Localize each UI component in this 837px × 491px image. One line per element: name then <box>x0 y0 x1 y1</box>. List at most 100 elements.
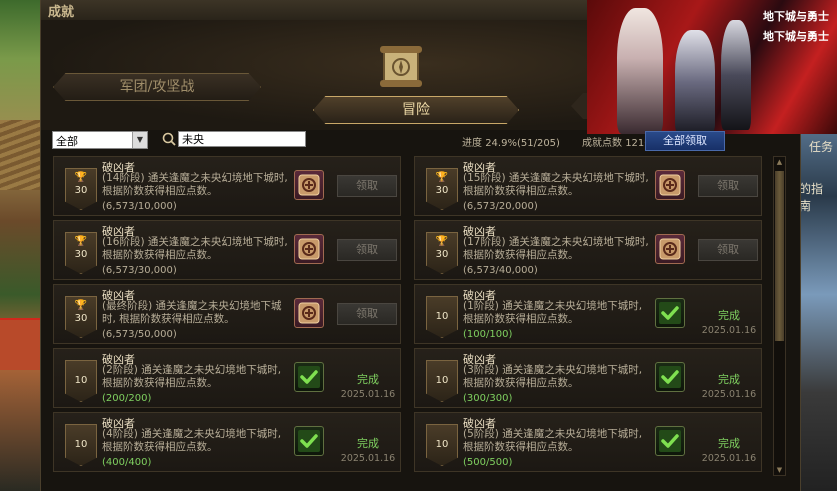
scroll-thumb[interactable] <box>775 171 784 341</box>
achievement-card: 🏆 30 破凶者 (14阶段) 通关逢魔之未央幻境地下城时, 根据阶数获得相应点数。(… <box>53 156 401 216</box>
achievement-card: 10 破凶者 (1阶段) 通关逢魔之未央幻境地下城时, 根据阶数获得相应点数。 (10… <box>414 284 762 344</box>
scroll-emblem-icon <box>380 46 422 87</box>
achievement-progress: (6,573/20,000) <box>463 201 538 212</box>
achievement-card: 10 破凶者 (3阶段) 通关逢魔之未央幻境地下城时, 根据阶数获得相应点数。 (30… <box>414 348 762 408</box>
window-title: 成就 <box>48 5 75 20</box>
achievement-progress: (300/300) <box>463 393 513 404</box>
achievement-date: 2025.01.16 <box>701 389 757 400</box>
achievement-badge: 🏆 30 <box>426 168 458 210</box>
progress-label: 进度 <box>462 138 482 149</box>
achievement-date: 2025.01.16 <box>340 389 396 400</box>
achievement-description: (4阶段) 通关逢魔之未央幻境地下城时, 根据阶数获得相应点数。 <box>102 428 282 453</box>
badge-points: 30 <box>435 185 449 196</box>
achievement-progress: (6,573/40,000) <box>463 265 538 276</box>
achievement-card: 🏆 30 破凶者 (15阶段) 通关逢魔之未央幻境地下城时, 根据阶数获得相应点数。(… <box>414 156 762 216</box>
completed-check-icon <box>655 426 685 456</box>
completed-check-icon <box>294 426 324 456</box>
trophy-icon: 🏆 <box>435 172 449 183</box>
claim-button[interactable]: 领取 <box>337 239 397 261</box>
achievement-badge: 10 <box>65 424 97 466</box>
reward-emblem-icon[interactable] <box>294 298 324 328</box>
side-text-guide: 的指南 <box>799 182 824 213</box>
achievement-description: (3阶段) 通关逢魔之未央幻境地下城时, 根据阶数获得相应点数。 <box>463 364 643 389</box>
achievement-progress: (6,573/10,000) <box>102 201 177 212</box>
side-text-task: 任务 <box>808 140 833 154</box>
achievement-description: (17阶段) 通关逢魔之未央幻境地下城时, 根据阶数获得相应点数。 <box>463 236 649 261</box>
achievement-card: 10 破凶者 (5阶段) 通关逢魔之未央幻境地下城时, 根据阶数获得相应点数。 (50… <box>414 412 762 472</box>
achievement-progress: (6,573/30,000) <box>102 265 177 276</box>
reward-emblem-icon[interactable] <box>294 234 324 264</box>
achievement-progress: (6,573/50,000) <box>102 329 177 340</box>
trophy-icon: 🏆 <box>74 236 88 247</box>
tab-guild-siege[interactable]: 军团/攻坚战 <box>53 73 261 101</box>
search-input[interactable]: 未央 <box>178 131 306 147</box>
game-background-left <box>0 0 40 491</box>
achievement-description: (16阶段) 通关逢魔之未央幻境地下城时, 根据阶数获得相应点数。 <box>102 236 288 261</box>
achievement-status: 完成 <box>357 373 379 386</box>
achievement-progress: (100/100) <box>463 329 513 340</box>
character-figure <box>617 8 663 134</box>
tab-adventure[interactable]: 冒险 <box>313 96 519 124</box>
character-figure <box>721 20 751 130</box>
game-logo-text: 地下城与勇士 <box>763 30 829 43</box>
achievement-badge: 🏆 30 <box>65 296 97 338</box>
reward-emblem-icon[interactable] <box>655 170 685 200</box>
achievement-card: 10 破凶者 (4阶段) 通关逢魔之未央幻境地下城时, 根据阶数获得相应点数。 (40… <box>53 412 401 472</box>
achievement-card: 🏆 30 破凶者 (16阶段) 通关逢魔之未央幻境地下城时, 根据阶数获得相应点数。(… <box>53 220 401 280</box>
search-icon[interactable] <box>161 131 177 147</box>
achievement-description: (14阶段) 通关逢魔之未央幻境地下城时, 根据阶数获得相应点数。 <box>102 172 288 197</box>
badge-points: 30 <box>74 313 88 324</box>
claim-all-button[interactable]: 全部领取 <box>645 131 725 151</box>
achievement-date: 2025.01.16 <box>701 325 757 336</box>
badge-points: 30 <box>74 185 88 196</box>
category-dropdown-value: 全部 <box>56 135 78 148</box>
badge-points: 10 <box>74 439 88 450</box>
badge-points: 30 <box>74 249 88 260</box>
chevron-down-icon[interactable]: ▼ <box>132 132 147 148</box>
scroll-down-icon[interactable]: ▼ <box>774 465 785 475</box>
achievement-date: 2025.01.16 <box>701 453 757 464</box>
progress-value: 24.9%(51/205) <box>485 138 560 149</box>
reward-emblem-icon[interactable] <box>294 170 324 200</box>
completed-check-icon <box>655 362 685 392</box>
claim-button[interactable]: 领取 <box>698 175 758 197</box>
achievement-progress: (400/400) <box>102 457 152 468</box>
claim-button[interactable]: 领取 <box>698 239 758 261</box>
achievement-status: 完成 <box>718 309 740 322</box>
achievement-description: (5阶段) 通关逢魔之未央幻境地下城时, 根据阶数获得相应点数。 <box>463 428 643 453</box>
achievement-description: (最终阶段) 通关逢魔之未央幻境地下城时, 根据阶数获得相应点数。 <box>102 300 282 325</box>
achievement-badge: 10 <box>426 296 458 338</box>
game-logo-text: 地下城与勇士 <box>763 10 829 23</box>
category-dropdown[interactable]: 全部 ▼ <box>52 131 148 149</box>
achievement-description: (1阶段) 通关逢魔之未央幻境地下城时, 根据阶数获得相应点数。 <box>463 300 643 325</box>
achievement-status: 完成 <box>357 437 379 450</box>
achievement-description: (2阶段) 通关逢魔之未央幻境地下城时, 根据阶数获得相应点数。 <box>102 364 282 389</box>
trophy-icon: 🏆 <box>435 236 449 247</box>
game-banner-artwork: 地下城与勇士 地下城与勇士 <box>587 0 837 134</box>
building <box>0 320 40 370</box>
achievement-status: 完成 <box>718 437 740 450</box>
achievement-badge: 🏆 30 <box>426 232 458 274</box>
badge-points: 30 <box>435 249 449 260</box>
achievement-badge: 10 <box>426 424 458 466</box>
list-scrollbar[interactable]: ▲ ▼ <box>773 156 786 476</box>
hut-roof <box>0 120 40 190</box>
badge-points: 10 <box>435 439 449 450</box>
achievement-status: 完成 <box>718 373 740 386</box>
achievement-card: 10 破凶者 (2阶段) 通关逢魔之未央幻境地下城时, 根据阶数获得相应点数。 (20… <box>53 348 401 408</box>
achievement-description: (15阶段) 通关逢魔之未央幻境地下城时, 根据阶数获得相应点数。 <box>463 172 649 197</box>
achievement-badge: 🏆 30 <box>65 168 97 210</box>
character-figure <box>675 30 715 134</box>
achievement-card: 🏆 30 破凶者 (17阶段) 通关逢魔之未央幻境地下城时, 根据阶数获得相应点数。(… <box>414 220 762 280</box>
achievement-progress: (500/500) <box>463 457 513 468</box>
progress-readout: 进度 24.9%(51/205) <box>462 134 560 149</box>
completed-check-icon <box>655 298 685 328</box>
claim-button[interactable]: 领取 <box>337 303 397 325</box>
claim-button[interactable]: 领取 <box>337 175 397 197</box>
scroll-up-icon[interactable]: ▲ <box>774 157 785 167</box>
achievement-progress: (200/200) <box>102 393 152 404</box>
achievement-badge: 🏆 30 <box>65 232 97 274</box>
reward-emblem-icon[interactable] <box>655 234 685 264</box>
completed-check-icon <box>294 362 324 392</box>
achievement-card: 🏆 30 破凶者 (最终阶段) 通关逢魔之未央幻境地下城时, 根据阶数获得相应点数。(… <box>53 284 401 344</box>
